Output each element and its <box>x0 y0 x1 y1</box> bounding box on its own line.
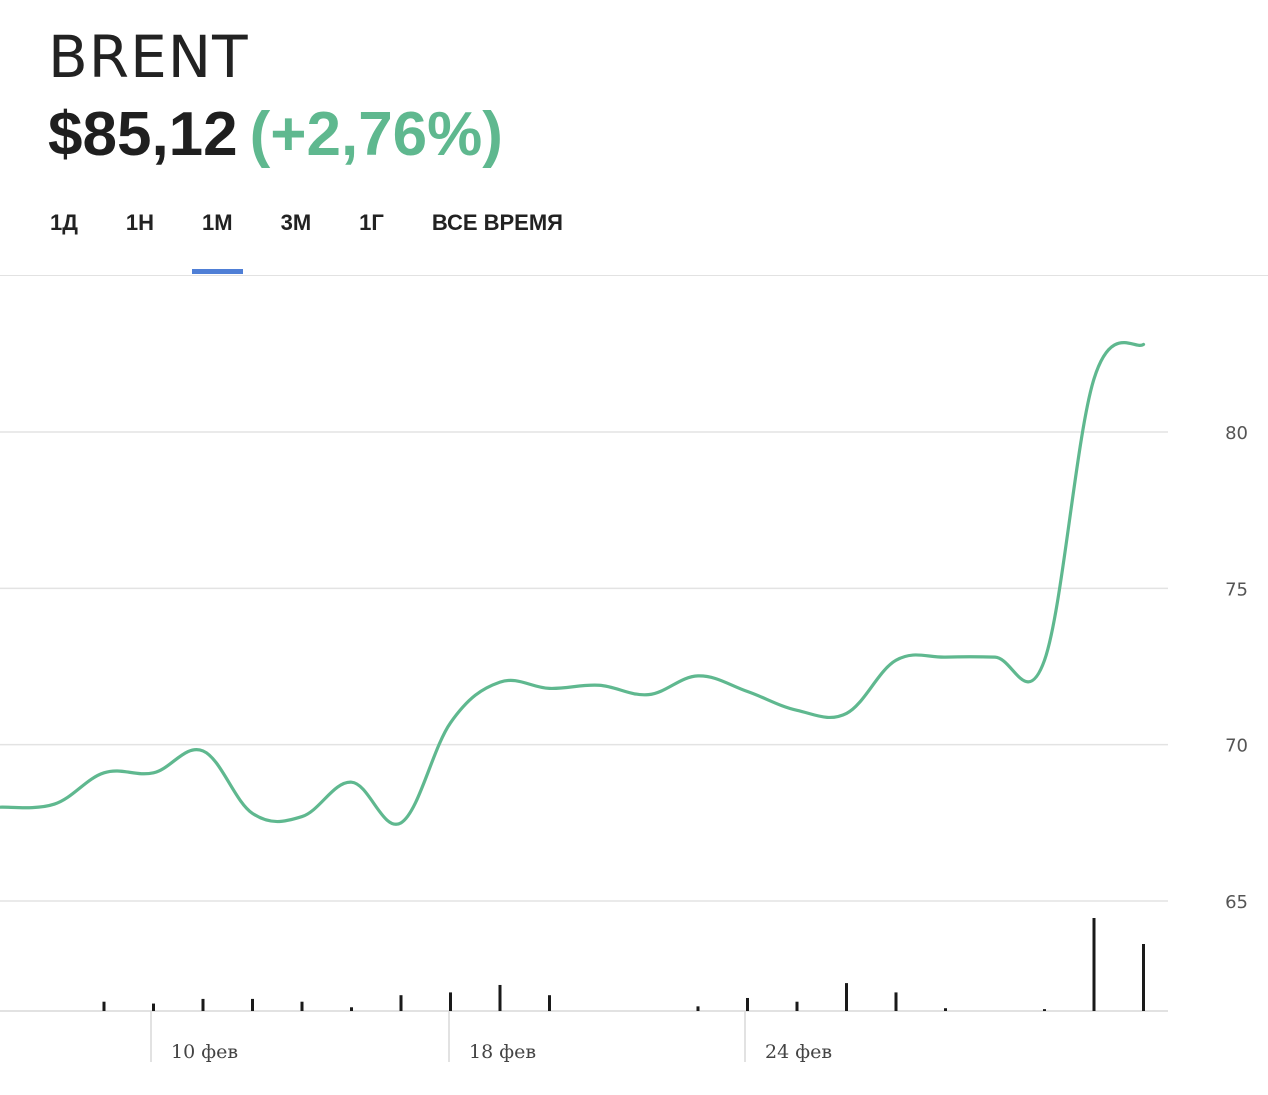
x-tick-label: 10 фев <box>171 1041 238 1063</box>
y-tick-label-65: 65 <box>1225 892 1248 913</box>
y-tick-label-70: 70 <box>1225 736 1248 757</box>
price-line-series <box>0 341 1146 826</box>
y-tick-label-80: 80 <box>1225 423 1248 444</box>
y-tick-label-75: 75 <box>1225 579 1248 600</box>
price-chart: 65 70 75 80 10 фев 18 фев 24 фев <box>0 341 1248 1063</box>
x-tick-label: 24 фев <box>765 1041 832 1063</box>
x-tick-label: 18 фев <box>469 1041 536 1063</box>
